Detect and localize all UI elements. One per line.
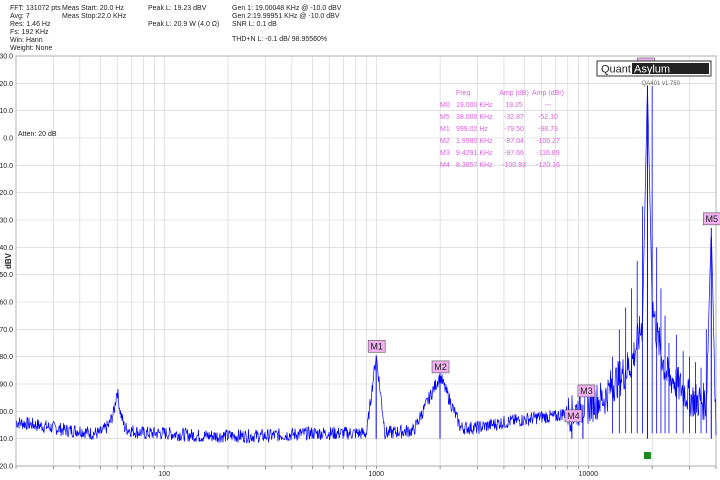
table-cell-amp-db: -87.04 — [504, 138, 524, 145]
table-cell-amp-db: -32.87 — [504, 114, 524, 121]
info-fs: Fs: 192 KHz — [10, 29, 49, 36]
y-tick-label: 30.0 — [0, 54, 13, 61]
table-cell-freq: 38.000 KHz — [456, 114, 493, 121]
y-tick-label: -70.0 — [0, 327, 13, 334]
marker-label-m4: M4 — [567, 411, 580, 421]
info-gen1: Gen 1: 19.00048 KHz @ -10.0 dBV — [232, 5, 342, 12]
table-cell-amp-dbr: -106.27 — [536, 138, 560, 145]
table-cell-amp-dbr: -116.89 — [536, 150, 559, 157]
y-tick-label: -110.0 — [0, 436, 13, 443]
info-window: Win: Hann — [10, 37, 43, 44]
table-cell-amp-db: 19.25 — [505, 102, 523, 109]
x-tick-label: 100 — [158, 471, 170, 478]
info-peak-watts: Peak L: 20.9 W (4.0 Ω) — [148, 21, 219, 28]
table-cell-amp-dbr: -120.16 — [536, 162, 560, 169]
y-tick-label: 0.0 — [3, 136, 13, 143]
y-tick-label: -30.0 — [0, 218, 13, 225]
marker-label-m3: M3 — [580, 386, 593, 396]
info-snr: SNR L: 0.1 dB — [232, 21, 277, 28]
y-tick-label: -50.0 — [0, 272, 13, 279]
x-tick-label: 1000 — [368, 471, 384, 478]
info-fft: FFT: 131072 pts — [10, 5, 61, 12]
logo-model: QA401 v1.750 — [642, 81, 681, 87]
marker-label-m1: M1 — [370, 341, 383, 351]
x-tick-label: 10000 — [579, 471, 599, 478]
table-cell-amp-dbr: -98.73 — [538, 126, 558, 133]
logo-text-quant: Quant — [601, 64, 631, 76]
plot-area — [15, 55, 717, 467]
table-cell-marker: M4 — [440, 162, 450, 169]
info-peak-dbv: Peak L: 19.23 dBV — [148, 5, 207, 12]
table-cell-freq: 19.000 KHz — [456, 102, 493, 109]
y-tick-label: 10.0 — [0, 108, 13, 115]
table-cell-marker: M1 — [440, 126, 450, 133]
y-tick-label: -20.0 — [0, 190, 13, 197]
y-tick-label: -10.0 — [0, 163, 13, 170]
table-header-freq: Freq — [456, 90, 471, 97]
x-axis-ticks: 100 1000 10000 — [158, 471, 598, 478]
logo-text-asylum: Asylum — [634, 64, 670, 76]
y-tick-label: -100.0 — [0, 409, 13, 416]
atten-label: Atten: 20 dB — [18, 131, 57, 138]
y-axis-label: dBV — [4, 252, 13, 269]
table-cell-amp-dbr: -52.10 — [538, 114, 558, 121]
table-cell-amp-db: -79.50 — [504, 126, 524, 133]
table-cell-amp-db: -100.93 — [502, 162, 526, 169]
y-tick-label: 20.0 — [0, 81, 13, 88]
info-res: Res: 1.46 Hz — [10, 21, 51, 28]
y-tick-label: -80.0 — [0, 354, 13, 361]
generator-marker — [643, 452, 651, 459]
info-gen2: Gen 2:19.99951 KHz @ -10.0 dBV — [232, 13, 340, 20]
info-weight: Weight: None — [10, 45, 52, 52]
info-avg: Avg: 7 — [10, 13, 30, 20]
table-cell-amp-dbr: --- — [545, 102, 553, 109]
measurement-info: FFT: 131072 pts Avg: 7 Res: 1.46 Hz Fs: … — [10, 5, 342, 52]
table-cell-marker: M0 — [440, 102, 450, 109]
y-tick-label: -40.0 — [0, 245, 13, 252]
info-thdn: THD+N L: -0.1 dB/ 98.95560% — [232, 36, 327, 43]
table-cell-amp-db: -97.66 — [504, 150, 524, 157]
table-cell-marker: M3 — [440, 150, 450, 157]
info-meas-start: Meas Start: 20.0 Hz — [62, 5, 124, 12]
marker-label-m2: M2 — [434, 362, 447, 372]
info-meas-stop: Meas Stop:22.0 KHz — [62, 13, 127, 20]
table-cell-marker: M2 — [440, 138, 450, 145]
table-header-amp-dbr: Amp (dBr) — [532, 90, 564, 97]
table-cell-freq: 1.9980 KHz — [456, 138, 493, 145]
marker-label-m5: M5 — [706, 214, 719, 224]
table-cell-freq: 8.3657 KHz — [456, 162, 493, 169]
y-tick-label: -120.0 — [0, 464, 13, 471]
table-cell-freq: 9.4291 KHz — [456, 150, 493, 157]
table-cell-marker: M5 — [440, 114, 450, 121]
fft-spectrum-chart: FFT: 131072 pts Avg: 7 Res: 1.46 Hz Fs: … — [0, 5, 720, 478]
y-tick-label: -90.0 — [0, 382, 13, 389]
table-header-amp-db: Amp (dB) — [499, 90, 529, 97]
table-cell-freq: 999.02 Hz — [456, 126, 488, 133]
y-tick-label: -60.0 — [0, 300, 13, 307]
